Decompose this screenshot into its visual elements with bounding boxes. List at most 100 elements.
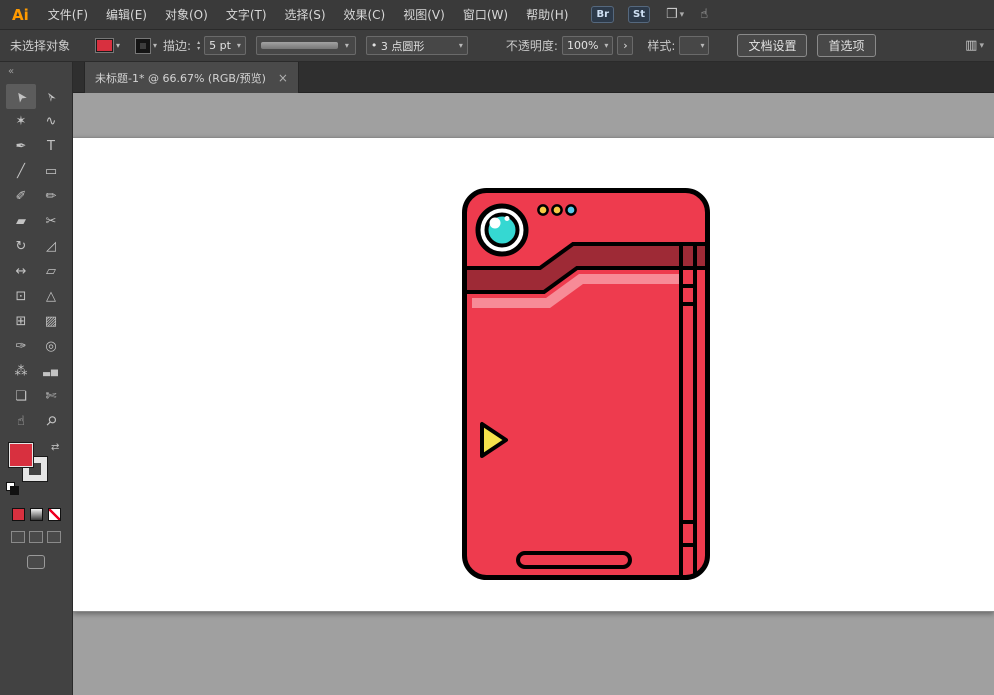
pencil-tool[interactable]: ✏ <box>36 184 66 209</box>
symbol-sprayer-tool[interactable]: ⁂ <box>6 359 36 384</box>
menu-item-edit[interactable]: 编辑(E) <box>97 0 156 30</box>
brush-caret-icon[interactable]: ▾ <box>459 41 463 50</box>
opacity-caret-icon[interactable]: ▾ <box>604 41 608 50</box>
blend-tool[interactable]: ◎ <box>36 334 66 359</box>
default-fill-stroke-icon[interactable] <box>6 482 19 495</box>
artboard-tool[interactable]: ❏ <box>6 384 36 409</box>
stroke-weight-field[interactable]: 5 pt ▾ <box>204 36 246 55</box>
chevron-right-icon: › <box>623 39 628 52</box>
stock-button[interactable]: St <box>628 6 650 23</box>
scale-tool[interactable]: ◿ <box>36 234 66 259</box>
screen-mode-button[interactable] <box>27 555 45 569</box>
line-segment-tool[interactable]: ╱ <box>6 159 36 184</box>
menu-item-effect[interactable]: 效果(C) <box>335 0 395 30</box>
opacity-panel-button[interactable]: › <box>617 36 634 55</box>
width-tool[interactable]: ↔ <box>6 259 36 284</box>
document-tab[interactable]: 未标题-1* @ 66.67% (RGB/预览) × <box>84 62 299 93</box>
mesh-tool[interactable]: ⊞ <box>6 309 36 334</box>
width-profile-caret-icon[interactable]: ▾ <box>345 41 349 50</box>
menu-item-type[interactable]: 文字(T) <box>217 0 276 30</box>
indicator-dot-2 <box>551 204 563 216</box>
menu-item-select[interactable]: 选择(S) <box>276 0 335 30</box>
arrange-documents-icon[interactable]: ❒ <box>666 7 678 22</box>
scale-tool-icon: ◿ <box>46 239 56 254</box>
menu-item-view[interactable]: 视图(V) <box>394 0 454 30</box>
tools-panel: « ➤ ➢ ✶ ∿ ✒ T ╱ ▭ ✐ ✏ ▰ ✂ ↻ ◿ ↔ ▱ ⊡ △ ⊞ … <box>0 62 73 695</box>
slice-tool-icon: ✄ <box>45 389 57 404</box>
artwork-pokedex-device[interactable] <box>462 188 710 580</box>
eyedropper-tool[interactable]: ✑ <box>6 334 36 359</box>
symbol-sprayer-tool-icon: ⁂ <box>14 364 28 379</box>
collapse-panel-button[interactable]: « <box>0 62 72 84</box>
rectangle-tool[interactable]: ▭ <box>36 159 66 184</box>
tab-close-icon[interactable]: × <box>278 71 288 85</box>
selection-tool-icon: ➤ <box>11 87 31 106</box>
draw-inside-button[interactable] <box>47 531 61 543</box>
menu-item-window[interactable]: 窗口(W) <box>454 0 517 30</box>
eraser-tool[interactable]: ▰ <box>6 209 36 234</box>
line-segment-tool-icon: ╱ <box>17 164 25 179</box>
draw-normal-button[interactable] <box>11 531 25 543</box>
shape-builder-tool-icon: ⊡ <box>15 289 27 304</box>
eraser-tool-icon: ▰ <box>16 214 26 229</box>
canvas-pasteboard[interactable] <box>73 93 994 695</box>
magic-wand-tool-icon: ✶ <box>15 114 27 129</box>
menu-item-help[interactable]: 帮助(H) <box>517 0 577 30</box>
touch-workspace-icon[interactable]: ☝ <box>700 7 708 22</box>
fill-stroke-indicator: ⇄ <box>6 442 66 500</box>
gradient-button[interactable] <box>29 508 43 521</box>
draw-mode-row <box>0 531 72 543</box>
hand-tool[interactable]: ☝ <box>6 409 36 434</box>
direct-selection-tool[interactable]: ➢ <box>36 84 66 109</box>
opacity-label: 不透明度: <box>505 39 558 53</box>
pen-tool[interactable]: ✒ <box>6 134 36 159</box>
stroke-color-swatch[interactable] <box>135 37 152 54</box>
slice-tool[interactable]: ✄ <box>36 384 66 409</box>
selection-tool[interactable]: ➤ <box>6 84 36 109</box>
style-dropdown[interactable]: ▾ <box>679 36 710 55</box>
opacity-value: 100% <box>566 39 599 52</box>
menu-item-object[interactable]: 对象(O) <box>156 0 217 30</box>
rotate-tool[interactable]: ↻ <box>6 234 36 259</box>
rotate-tool-icon: ↻ <box>15 239 27 254</box>
arrange-documents-caret-icon[interactable]: ▾ <box>680 10 685 20</box>
swap-fill-stroke-icon[interactable]: ⇄ <box>51 442 59 453</box>
style-caret-icon[interactable]: ▾ <box>700 41 704 50</box>
bridge-button[interactable]: Br <box>591 6 615 23</box>
free-transform-tool[interactable]: ▱ <box>36 259 66 284</box>
lasso-tool-icon: ∿ <box>45 114 57 129</box>
panel-options-icon[interactable]: ▥ <box>965 38 977 53</box>
document-setup-button[interactable]: 文档设置 <box>737 34 808 57</box>
paintbrush-tool[interactable]: ✐ <box>6 184 36 209</box>
pencil-tool-icon: ✏ <box>45 189 57 204</box>
type-tool[interactable]: T <box>36 134 66 159</box>
stroke-weight-caret-icon[interactable]: ▾ <box>237 41 241 50</box>
none-button[interactable] <box>47 508 61 521</box>
fill-color-caret-icon[interactable]: ▾ <box>116 41 120 50</box>
gradient-tool[interactable]: ▨ <box>36 309 66 334</box>
panel-options-caret-icon[interactable]: ▾ <box>979 41 984 51</box>
magic-wand-tool[interactable]: ✶ <box>6 109 36 134</box>
lasso-tool[interactable]: ∿ <box>36 109 66 134</box>
stepper-down-icon[interactable]: ▾ <box>197 45 200 52</box>
draw-behind-button[interactable] <box>29 531 43 543</box>
color-button[interactable] <box>11 508 25 521</box>
zoom-tool[interactable]: ⚲ <box>36 409 66 434</box>
stroke-color-caret-icon[interactable]: ▾ <box>153 41 157 50</box>
width-profile-dropdown[interactable]: ▾ <box>255 36 356 55</box>
preferences-button[interactable]: 首选项 <box>817 34 876 57</box>
perspective-grid-tool[interactable]: △ <box>36 284 66 309</box>
column-graph-tool[interactable]: ▃▅ <box>36 359 66 384</box>
opacity-field[interactable]: 100% ▾ <box>561 36 614 55</box>
fill-color-swatch[interactable] <box>95 38 114 53</box>
control-bar: 未选择对象 ▾ ▾ 描边: ▴ ▾ 5 pt ▾ ▾ • 3 点圆形 ▾ 不透明… <box>0 30 994 62</box>
fill-indicator-swatch[interactable] <box>8 442 34 468</box>
scissors-tool[interactable]: ✂ <box>36 209 66 234</box>
menu-item-file[interactable]: 文件(F) <box>39 0 97 30</box>
shape-builder-tool[interactable]: ⊡ <box>6 284 36 309</box>
width-tool-icon: ↔ <box>15 264 27 279</box>
brush-definition-dropdown[interactable]: • 3 点圆形 ▾ <box>365 36 468 55</box>
brush-definition-value: 3 点圆形 <box>380 39 425 53</box>
stroke-weight-stepper[interactable]: ▴ ▾ <box>197 39 200 52</box>
app-logo[interactable]: Ai <box>8 6 39 24</box>
